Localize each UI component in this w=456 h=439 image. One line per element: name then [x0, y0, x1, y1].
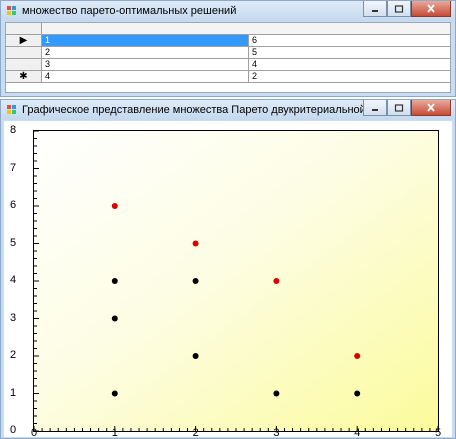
minimize-button[interactable]	[363, 1, 387, 17]
cell-column-1[interactable]: 1	[42, 35, 249, 46]
title-bar: Графическое представление множества Паре…	[1, 100, 455, 120]
cell-column-1[interactable]: 3	[42, 59, 249, 70]
close-icon	[427, 4, 435, 13]
plot-area	[33, 130, 439, 432]
minimize-icon	[372, 108, 378, 111]
data-point	[192, 278, 199, 284]
y-tick-label: 1	[10, 386, 17, 399]
y-tick-label: 5	[10, 236, 17, 249]
scatter-plot	[33, 130, 439, 432]
minimize-button[interactable]	[363, 100, 387, 116]
pareto-point	[354, 353, 361, 359]
maximize-button[interactable]	[387, 100, 411, 116]
window-controls	[363, 1, 451, 18]
row-header-corner	[6, 23, 42, 34]
x-tick-label: 1	[111, 427, 118, 439]
window-controls	[363, 100, 451, 117]
pareto-table-window: множество парето-оптимальных решений ▶ 1…	[0, 0, 456, 97]
app-icon	[7, 6, 16, 15]
data-grid[interactable]: ▶ 1 6 2 5 3 4 ✱ 4 2	[5, 22, 451, 93]
y-tick-label: 4	[10, 274, 17, 286]
y-tick-label: 6	[10, 199, 17, 211]
y-tick-label: 7	[10, 161, 17, 174]
data-point	[273, 390, 280, 397]
window-title: Графическое представление множества Паре…	[22, 104, 405, 116]
x-tick-label: 5	[435, 427, 442, 439]
table-row[interactable]: 3 4	[6, 59, 450, 71]
row-marker: ✱	[6, 71, 42, 82]
x-tick-label: 4	[354, 427, 361, 439]
title-bar: множество парето-оптимальных решений	[1, 1, 455, 21]
pareto-point	[273, 278, 280, 284]
cell-column-2[interactable]: 4	[249, 59, 450, 70]
pareto-point	[111, 203, 118, 209]
data-point	[111, 278, 118, 284]
maximize-button[interactable]	[387, 1, 411, 17]
cell-column-2[interactable]: 2	[249, 71, 450, 82]
close-button[interactable]	[411, 100, 451, 116]
minimize-icon	[372, 9, 378, 12]
cell-column-1[interactable]: 2	[42, 47, 249, 58]
y-tick-label: 8	[10, 124, 17, 136]
cell-column-2[interactable]: 6	[249, 35, 450, 46]
cell-column-1[interactable]: 4	[42, 71, 249, 82]
row-marker	[6, 59, 42, 70]
close-button[interactable]	[411, 1, 451, 17]
x-tick-label: 3	[273, 427, 280, 439]
x-tick-label: 2	[192, 427, 199, 439]
y-tick-label: 3	[10, 311, 17, 324]
chart-area: 0 1 2 3 4 5 6 7 8 0 1 2 3 4 5	[4, 121, 452, 439]
table-row[interactable]: 2 5	[6, 47, 450, 59]
close-icon	[427, 103, 435, 112]
y-tick-label: 0	[10, 424, 17, 436]
window-title: множество парето-оптимальных решений	[22, 5, 237, 17]
app-icon	[7, 105, 16, 114]
maximize-icon	[394, 4, 404, 13]
data-point	[192, 353, 199, 359]
maximize-icon	[394, 103, 404, 112]
data-point	[354, 390, 361, 397]
row-marker: ▶	[6, 35, 42, 46]
pareto-point	[192, 240, 199, 247]
row-marker	[6, 47, 42, 58]
data-point	[111, 390, 118, 397]
x-tick-label: 0	[31, 427, 38, 439]
data-point	[111, 315, 118, 322]
grid-header-row	[6, 23, 450, 35]
cell-column-2[interactable]: 5	[249, 47, 450, 58]
y-tick-label: 2	[10, 349, 17, 361]
table-row[interactable]: ▶ 1 6	[6, 35, 450, 47]
pareto-chart-window: Графическое представление множества Паре…	[0, 99, 456, 439]
table-row-new[interactable]: ✱ 4 2	[6, 71, 450, 83]
